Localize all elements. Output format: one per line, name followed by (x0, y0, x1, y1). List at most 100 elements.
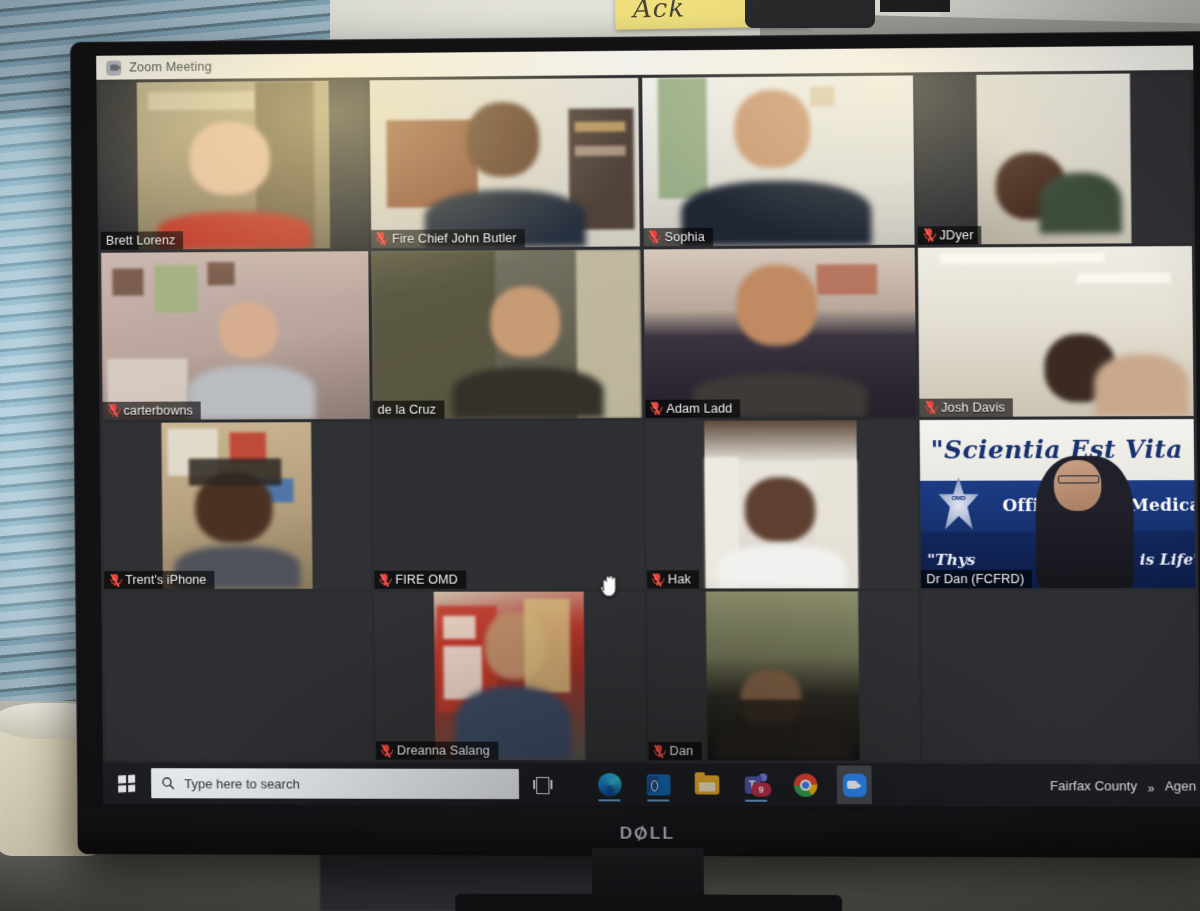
participant-tile-carterbowns[interactable]: carterbowns (101, 250, 370, 420)
muted-mic-icon (379, 573, 392, 587)
desk-photo-scene: Ack Zoom Meeting Brett Lorenz Fire Chief… (0, 0, 1200, 911)
window-title: Zoom Meeting (129, 59, 212, 75)
taskbar-app-list: T 9 (592, 765, 872, 805)
participant-tile-dr-dan-fcfrd[interactable]: "Scientia Est Vita Office of the Medical… (919, 418, 1196, 589)
windows-taskbar: Type here to search 9 Fairfax County » A… (102, 762, 1200, 807)
participant-name: Brett Lorenz (105, 233, 176, 248)
tray-item-fairfax-county[interactable]: Fairfax County (1050, 778, 1137, 793)
windows-logo-icon (117, 774, 135, 793)
taskbar-app-file-explorer[interactable] (690, 765, 725, 803)
video-feed (641, 75, 915, 247)
participant-tile-brett-lorenz[interactable]: Brett Lorenz (99, 80, 368, 250)
video-feed (369, 77, 641, 248)
participant-namebar: Dan (648, 741, 702, 761)
virtual-background: "Scientia Est Vita Office of the Medical… (919, 418, 1196, 589)
outlook-icon (646, 773, 670, 795)
zoom-icon (842, 773, 867, 797)
participant-tile-hak[interactable]: Hak (644, 419, 919, 589)
teams-unread-badge: 9 (750, 782, 772, 797)
search-icon (161, 776, 175, 790)
speaker-head (1053, 459, 1102, 511)
zoom-gallery-grid: Brett Lorenz Fire Chief John Butler Soph… (96, 69, 1200, 765)
participant-name: JDyer (939, 227, 974, 243)
taskbar-app-edge[interactable] (592, 765, 627, 803)
monitor-screen: Zoom Meeting Brett Lorenz Fire Chief Joh… (96, 45, 1200, 807)
video-feed (101, 250, 370, 420)
participant-name: Dreanna Salang (396, 743, 490, 758)
open-hand-cursor (597, 573, 622, 601)
participant-namebar: Trent's iPhone (104, 571, 215, 590)
participant-name: Hak (667, 572, 691, 587)
zoom-video-icon (106, 60, 122, 76)
muted-mic-icon (109, 573, 122, 588)
taskbar-app-zoom[interactable] (836, 765, 872, 805)
participant-tile-empty-r4c1 (104, 592, 373, 760)
video-feed (976, 73, 1132, 245)
participant-name: Dan (669, 743, 694, 759)
folder-icon (694, 774, 720, 795)
participant-namebar: Dreanna Salang (375, 741, 498, 760)
video-feed (370, 249, 642, 419)
video-feed (643, 247, 917, 418)
running-indicator (647, 799, 670, 802)
search-placeholder: Type here to search (184, 775, 300, 792)
muted-mic-icon (376, 231, 389, 246)
muted-mic-icon (653, 744, 667, 758)
video-feed (917, 245, 1194, 417)
participant-tile-trents-iphone[interactable]: Trent's iPhone (102, 421, 372, 590)
participant-tile-dan[interactable]: Dan (646, 591, 920, 761)
participant-name: FIRE OMD (395, 572, 459, 587)
participant-name: Sophia (664, 229, 705, 244)
participant-namebar: JDyer (917, 225, 982, 245)
participant-tile-dreanna-salang[interactable]: Dreanna Salang (374, 591, 646, 761)
participant-namebar: carterbowns (102, 401, 201, 420)
taskbar-app-teams[interactable]: T 9 (739, 765, 774, 803)
participant-namebar: Hak (646, 570, 700, 589)
participant-namebar: Adam Ladd (644, 398, 741, 418)
task-view-button[interactable] (519, 763, 566, 805)
running-indicator (744, 799, 768, 802)
participant-tile-josh-davis[interactable]: Josh Davis (917, 245, 1194, 417)
participant-tile-fire-omd[interactable]: FIRE OMD (372, 420, 644, 590)
video-feed: "Scientia Est Vita Office of the Medical… (919, 418, 1196, 589)
muted-mic-icon (648, 230, 662, 244)
muted-mic-icon (107, 403, 121, 418)
desk-object-monitor-top (745, 0, 875, 28)
monitor-stand-base (455, 893, 843, 911)
video-feed (704, 419, 859, 589)
taskbar-app-outlook[interactable] (641, 765, 676, 803)
participant-tile-empty-r4c4 (921, 591, 1197, 762)
participant-name: Dr Dan (FCFRD) (926, 572, 1025, 587)
participant-name: carterbowns (123, 403, 193, 418)
participant-tile-adam-ladd[interactable]: Adam Ladd (643, 247, 917, 418)
tray-item-agency[interactable]: Agen (1165, 778, 1197, 793)
participant-tile-sophia[interactable]: Sophia (641, 75, 915, 247)
muted-mic-icon (650, 401, 663, 416)
muted-mic-icon (923, 228, 936, 243)
participant-namebar: Dr Dan (FCFRD) (921, 570, 1033, 589)
video-feed (706, 591, 860, 761)
running-indicator (598, 799, 621, 802)
participant-name: Fire Chief John Butler (392, 230, 517, 246)
glasses-icon (1058, 474, 1099, 484)
participant-name: Josh Davis (941, 399, 1006, 415)
muted-mic-icon (381, 743, 394, 758)
participant-tile-fire-chief-john-butler[interactable]: Fire Chief John Butler (369, 77, 641, 248)
taskbar-app-chrome[interactable] (788, 765, 823, 804)
chrome-icon (793, 772, 817, 797)
video-feed (136, 80, 331, 250)
participant-name: Adam Ladd (666, 400, 733, 416)
start-button[interactable] (103, 762, 149, 804)
search-input[interactable]: Type here to search (151, 768, 520, 800)
participant-name: Trent's iPhone (125, 573, 207, 588)
participant-namebar: de la Cruz (372, 400, 445, 419)
participant-tile-de-la-cruz[interactable]: de la Cruz (370, 249, 642, 419)
sticky-note-text: Ack (632, 0, 686, 25)
participant-tile-jdyer[interactable]: JDyer (916, 72, 1192, 245)
participant-name: de la Cruz (377, 402, 437, 417)
desk-object-small (880, 0, 950, 12)
participant-namebar: Sophia (643, 227, 714, 247)
tray-overflow-chevron-icon[interactable]: » (1147, 781, 1154, 795)
dell-monitor: Zoom Meeting Brett Lorenz Fire Chief Joh… (70, 30, 1200, 911)
participant-namebar: FIRE OMD (374, 570, 467, 590)
